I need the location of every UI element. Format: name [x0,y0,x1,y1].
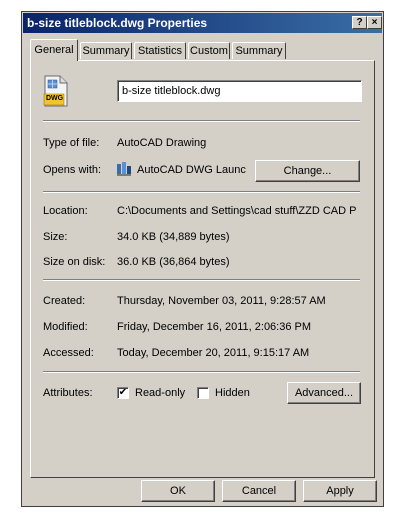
tab-statistics[interactable]: Statistics [134,42,186,59]
modified-value: Friday, December 16, 2011, 2:06:36 PM [117,321,312,333]
title-bar[interactable]: b-size titleblock.dwg Properties ? × [23,13,382,33]
tab-summary-2[interactable]: Summary [232,42,286,59]
separator [43,191,360,193]
properties-dialog: b-size titleblock.dwg Properties ? × Gen… [21,11,384,507]
change-button[interactable]: Change... [255,160,360,182]
separator [43,371,360,373]
size-label: Size: [43,231,68,243]
type-value: AutoCAD Drawing [117,137,207,149]
attributes-label: Attributes: [43,387,93,399]
size-on-disk-value: 36.0 KB (36,864 bytes) [117,256,230,268]
ok-button[interactable]: OK [141,480,215,502]
help-button[interactable]: ? [352,16,367,29]
close-icon: × [371,17,378,28]
modified-label: Modified: [43,321,88,333]
apply-button[interactable]: Apply [303,480,377,502]
opens-with-value: AutoCAD DWG Launc [137,164,246,176]
general-tab-panel: DWG b-size titleblock.dwg Type of file: … [30,60,375,478]
created-value: Thursday, November 03, 2011, 9:28:57 AM [117,295,326,307]
hidden-checkbox[interactable] [197,387,209,399]
autocad-app-icon [117,162,131,176]
tab-general[interactable]: General [30,39,78,61]
type-label: Type of file: [43,137,100,149]
tab-custom[interactable]: Custom [188,42,230,59]
size-on-disk-label: Size on disk: [43,256,106,268]
checkmark-icon: ✔ [118,387,128,398]
location-label: Location: [43,205,88,217]
help-icon: ? [356,17,363,28]
size-value: 34.0 KB (34,889 bytes) [117,231,230,243]
window-title: b-size titleblock.dwg Properties [27,16,208,30]
file-name-input[interactable]: b-size titleblock.dwg [117,80,362,102]
opens-with-label: Opens with: [43,164,102,176]
created-label: Created: [43,295,86,307]
hidden-label[interactable]: Hidden [215,387,250,399]
location-value: C:\Documents and Settings\cad stuff\ZZD … [117,205,357,217]
readonly-label[interactable]: Read-only [135,387,185,399]
accessed-value: Today, December 20, 2011, 9:15:17 AM [117,347,310,359]
accessed-label: Accessed: [43,347,94,359]
close-button[interactable]: × [367,16,382,29]
dwg-badge: DWG [46,95,64,102]
advanced-button[interactable]: Advanced... [287,382,361,404]
tab-summary[interactable]: Summary [80,42,132,59]
separator [43,279,360,281]
readonly-checkbox[interactable]: ✔ [117,387,129,399]
dwg-file-icon: DWG [43,75,69,107]
separator [43,120,360,122]
cancel-button[interactable]: Cancel [222,480,296,502]
